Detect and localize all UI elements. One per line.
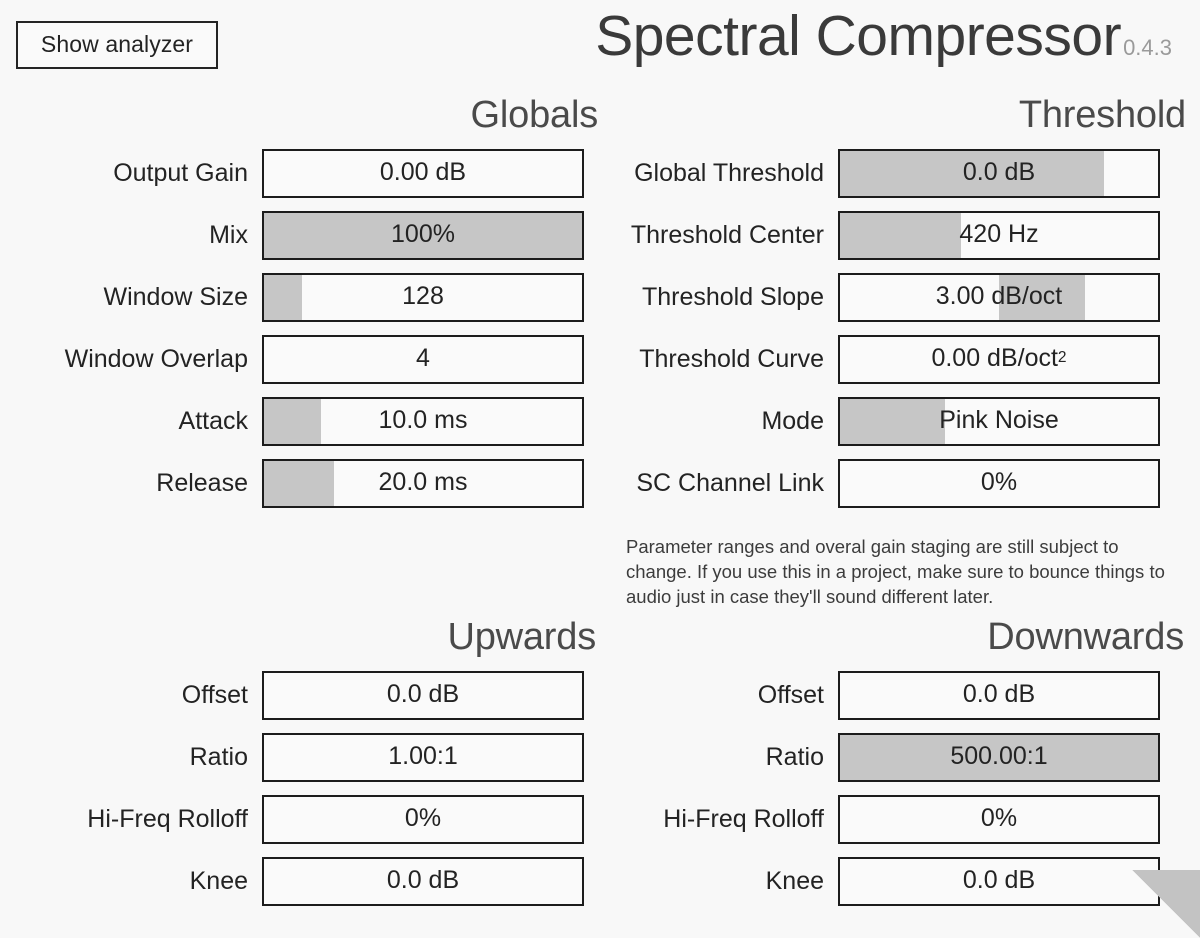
param-value: 0.0 dB bbox=[962, 865, 1036, 894]
param-row: Hi-Freq Rolloff 0% bbox=[14, 788, 598, 850]
param-slider[interactable]: 128 bbox=[262, 272, 584, 322]
param-slider[interactable]: 4 bbox=[262, 334, 584, 384]
param-row: Threshold Center 420 Hz bbox=[602, 204, 1186, 266]
param-row: Threshold Curve 0.00 dB/oct 2 bbox=[602, 328, 1186, 390]
disclaimer-note: Parameter ranges and overal gain staging… bbox=[626, 536, 1165, 607]
param-label: Window Overlap bbox=[64, 344, 248, 373]
panel-threshold: Threshold Global Threshold 0.0 dB Threshol… bbox=[602, 96, 1186, 514]
param-row: Attack 10.0 ms bbox=[14, 390, 598, 452]
param-slider[interactable]: 10.0 ms bbox=[262, 396, 584, 446]
param-value: 100% bbox=[391, 219, 455, 248]
param-slider[interactable]: Pink Noise bbox=[838, 396, 1160, 446]
param-row: Ratio 1.00:1 bbox=[14, 726, 598, 788]
param-value: 20.0 ms bbox=[378, 467, 468, 496]
param-value: 10.0 ms bbox=[378, 405, 468, 434]
param-label: Threshold Curve bbox=[639, 344, 824, 373]
param-row: Ratio 500.00:1 bbox=[602, 726, 1186, 788]
param-slider[interactable]: 0.00 dB bbox=[262, 148, 584, 198]
param-value: 0.0 dB bbox=[386, 865, 460, 894]
param-row: Release 20.0 ms bbox=[14, 452, 598, 514]
param-label: Offset bbox=[757, 680, 824, 709]
param-label: Knee bbox=[765, 866, 824, 895]
param-slider[interactable]: 0.0 dB bbox=[262, 670, 584, 720]
param-slider[interactable]: 0% bbox=[838, 458, 1160, 508]
param-label: Mode bbox=[761, 406, 824, 435]
param-row: Hi-Freq Rolloff 0% bbox=[602, 788, 1186, 850]
param-slider[interactable]: 420 Hz bbox=[838, 210, 1160, 260]
panel-title-threshold: Threshold bbox=[1018, 94, 1186, 136]
panel-title-downwards: Downwards bbox=[987, 616, 1184, 658]
param-list-upwards: Offset 0.0 dB Ratio 1.00:1 Hi-Freq Rolloff 0%… bbox=[14, 664, 598, 912]
param-label: Hi-Freq Rolloff bbox=[87, 804, 248, 833]
param-label: Release bbox=[156, 468, 248, 497]
param-row: Window Overlap 4 bbox=[14, 328, 598, 390]
param-label: SC Channel Link bbox=[636, 468, 824, 497]
param-value: 0.0 dB bbox=[962, 157, 1036, 186]
param-row: Mix 100% bbox=[14, 204, 598, 266]
param-slider[interactable]: 1.00:1 bbox=[262, 732, 584, 782]
param-slider[interactable]: 100% bbox=[262, 210, 584, 260]
param-value: 0.0 dB bbox=[962, 679, 1036, 708]
param-label: Global Threshold bbox=[634, 158, 824, 187]
param-row: Offset 0.0 dB bbox=[14, 664, 598, 726]
param-row: SC Channel Link 0% bbox=[602, 452, 1186, 514]
param-value: 500.00:1 bbox=[950, 741, 1048, 770]
param-value: 0% bbox=[404, 803, 442, 832]
param-value: 1.00:1 bbox=[388, 741, 458, 770]
param-label: Offset bbox=[181, 680, 248, 709]
param-list-threshold: Global Threshold 0.0 dB Threshold Center 42… bbox=[602, 142, 1186, 514]
param-label: Mix bbox=[209, 220, 248, 249]
param-slider[interactable]: 0.0 dB bbox=[838, 856, 1160, 906]
param-row: Global Threshold 0.0 dB bbox=[602, 142, 1186, 204]
param-row: Window Size 128 bbox=[14, 266, 598, 328]
param-row: Threshold Slope 3.00 dB/oct bbox=[602, 266, 1186, 328]
param-value: 3.00 dB/oct bbox=[935, 281, 1063, 310]
param-slider[interactable]: 0% bbox=[262, 794, 584, 844]
param-value: 0.0 dB bbox=[386, 679, 460, 708]
panel-upwards: Upwards Offset 0.0 dB Ratio 1.00:1 Hi-Freq R… bbox=[14, 618, 598, 912]
param-slider[interactable]: 20.0 ms bbox=[262, 458, 584, 508]
param-label: Knee bbox=[189, 866, 248, 895]
param-row: Offset 0.0 dB bbox=[602, 664, 1186, 726]
param-row: Mode Pink Noise bbox=[602, 390, 1186, 452]
param-label: Hi-Freq Rolloff bbox=[663, 804, 824, 833]
param-value: 0% bbox=[980, 803, 1018, 832]
param-slider[interactable]: 3.00 dB/oct bbox=[838, 272, 1160, 322]
param-label: Window Size bbox=[103, 282, 249, 311]
show-analyzer-button[interactable]: Show analyzer bbox=[16, 21, 218, 69]
param-label: Threshold Center bbox=[630, 220, 824, 249]
param-row: Knee 0.0 dB bbox=[602, 850, 1186, 912]
param-label: Threshold Slope bbox=[641, 282, 824, 311]
param-row: Output Gain 0.00 dB bbox=[14, 142, 598, 204]
param-slider[interactable]: 0.0 dB bbox=[262, 856, 584, 906]
param-slider[interactable]: 0.0 dB bbox=[838, 148, 1160, 198]
param-slider[interactable]: 0% bbox=[838, 794, 1160, 844]
param-list-downwards: Offset 0.0 dB Ratio 500.00:1 Hi-Freq Rolloff… bbox=[602, 664, 1186, 912]
param-value: 0.00 dB/oct 2 bbox=[931, 343, 1067, 372]
param-label: Output Gain bbox=[113, 158, 248, 187]
param-value: 0% bbox=[980, 467, 1018, 496]
header-bar: Show analyzer Spectral Compressor 0.4.3 bbox=[0, 0, 1200, 96]
param-row: Knee 0.0 dB bbox=[14, 850, 598, 912]
param-value: 128 bbox=[402, 281, 444, 310]
app-title: Spectral Compressor bbox=[595, 4, 1122, 68]
panel-title-globals: Globals bbox=[470, 94, 599, 136]
param-value: Pink Noise bbox=[939, 405, 1059, 434]
app-title-group: Spectral Compressor 0.4.3 bbox=[595, 8, 1172, 65]
param-value: 4 bbox=[416, 343, 430, 372]
param-slider[interactable]: 0.0 dB bbox=[838, 670, 1160, 720]
app-version: 0.4.3 bbox=[1123, 35, 1172, 60]
param-slider[interactable]: 0.00 dB/oct 2 bbox=[838, 334, 1160, 384]
param-label: Ratio bbox=[189, 742, 248, 771]
panel-globals: Globals Output Gain 0.00 dB Mix 100% Window … bbox=[14, 96, 598, 514]
param-list-globals: Output Gain 0.00 dB Mix 100% Window Size 128 W… bbox=[14, 142, 598, 514]
param-label: Ratio bbox=[765, 742, 824, 771]
param-label: Attack bbox=[178, 406, 248, 435]
param-value: 420 Hz bbox=[959, 219, 1039, 248]
panel-downwards: Downwards Offset 0.0 dB Ratio 500.00:1 Hi-Fr… bbox=[602, 618, 1186, 912]
param-slider[interactable]: 500.00:1 bbox=[838, 732, 1160, 782]
panel-title-upwards: Upwards bbox=[447, 616, 596, 658]
param-value: 0.00 dB bbox=[379, 157, 467, 186]
